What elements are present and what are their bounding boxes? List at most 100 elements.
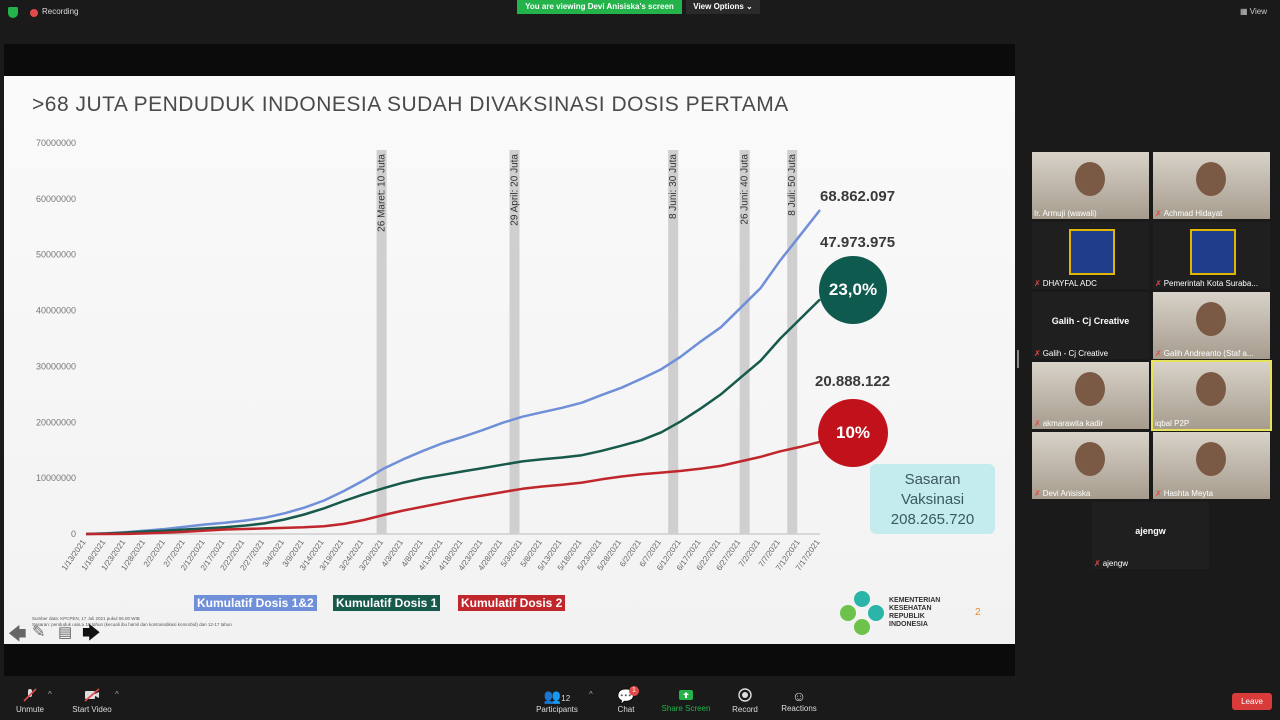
participant-display-name: Galih - Cj Creative <box>1051 316 1130 326</box>
start-video-button[interactable]: Start Video <box>70 688 114 714</box>
participant-tile[interactable]: ✗ Achmad Hidayat <box>1153 152 1270 219</box>
participant-name: ✗ Devi Anisiska <box>1034 489 1090 498</box>
participant-name: ✗ Pemerintah Kota Suraba... <box>1155 279 1258 288</box>
chat-badge: 1 <box>629 686 639 696</box>
participant-name-text: ajengw <box>1102 559 1129 568</box>
milestone-label: 8 Juli: 50 Juta <box>787 154 798 216</box>
dose2-percent-circle: 10% <box>818 399 888 467</box>
reactions-button[interactable]: ☺ Reactions <box>778 688 820 713</box>
kemenkes-line2: KESEHATAN <box>889 605 932 612</box>
kemenkes-line1: KEMENTERIAN <box>889 597 941 604</box>
record-button[interactable]: Record <box>728 688 762 714</box>
legend-dose1: Kumulatif Dosis 1 <box>333 595 441 611</box>
previous-slide-icon[interactable]: 🡄 <box>8 622 27 652</box>
mic-muted-icon: ✗ <box>1034 419 1041 428</box>
participant-tile[interactable]: Galih - Cj Creative ✗ Galih - Cj Creative <box>1032 292 1149 359</box>
grid-icon: ▦ <box>1240 7 1248 16</box>
mic-muted-icon: ✗ <box>1155 489 1162 498</box>
chat-label: Chat <box>617 705 635 714</box>
share-screen-icon <box>660 688 712 704</box>
total-value-label: 68.862.097 <box>820 188 896 205</box>
mic-muted-icon: ✗ <box>1034 279 1041 288</box>
participant-name: Ir. Armuji (wawali) <box>1034 209 1097 218</box>
participants-options-chevron-icon[interactable]: ^ <box>589 690 593 699</box>
milestone-label: 26 Juni: 40 Juta <box>740 154 751 225</box>
legend-dose2: Kumulatif Dosis 2 <box>458 595 566 611</box>
participant-name-text: Ir. Armuji (wawali) <box>1034 209 1097 218</box>
target-value: 208.265.720 <box>890 511 975 528</box>
participant-name: iqbal P2P <box>1155 419 1189 428</box>
target-line1: Sasaran <box>904 471 961 488</box>
leave-button[interactable]: Leave <box>1232 693 1272 710</box>
start-video-label: Start Video <box>72 705 112 714</box>
participants-icon-row: 👥12 <box>534 688 580 705</box>
participant-name: ✗ Achmad Hidayat <box>1155 209 1222 218</box>
mic-muted-icon: ✗ <box>1034 489 1041 498</box>
participant-avatar <box>1075 372 1105 406</box>
participant-name-text: Achmad Hidayat <box>1163 209 1223 218</box>
participant-tile[interactable]: Ir. Armuji (wawali) <box>1032 152 1149 219</box>
audio-options-chevron-icon[interactable]: ^ <box>48 690 52 699</box>
participant-name-text: iqbal P2P <box>1155 419 1190 428</box>
participant-tile[interactable]: ✗ Pemerintah Kota Suraba... <box>1153 222 1270 289</box>
menu-icon[interactable]: ▤ <box>58 623 72 641</box>
dose1-percent-circle: 23,0% <box>819 256 887 324</box>
video-options-chevron-icon[interactable]: ^ <box>115 690 119 699</box>
series-line-3 <box>86 440 821 536</box>
slide-footnote: Sumber data: KPCPEN, 17 Juli 2021 pukul … <box>32 616 332 628</box>
unmute-button[interactable]: Unmute <box>12 688 48 714</box>
y-tick-label: 30000000 <box>36 361 76 371</box>
participant-name: ✗ Hashta Meyta <box>1155 489 1213 498</box>
dose2-value-label: 20.888.122 <box>815 373 891 390</box>
kemenkes-line3: REPUBLIK <box>889 613 925 620</box>
participant-avatar <box>1196 162 1226 196</box>
participant-tile[interactable]: ✗ Devi Anisiska <box>1032 432 1149 499</box>
participant-avatar <box>1196 302 1226 336</box>
view-button[interactable]: ▦ View <box>1240 7 1267 16</box>
pen-icon[interactable]: ✎ <box>32 622 45 642</box>
y-tick-label: 0 <box>71 529 76 539</box>
mic-muted-icon: ✗ <box>1155 349 1162 358</box>
record-icon <box>728 688 762 705</box>
participants-button[interactable]: 👥12 Participants <box>534 688 580 714</box>
share-screen-button[interactable]: Share Screen <box>660 688 712 713</box>
next-slide-icon[interactable]: 🡆 <box>82 621 101 651</box>
mic-muted-icon: ✗ <box>1155 279 1162 288</box>
participants-label: Participants <box>536 705 578 714</box>
milestone-label: 26 Maret: 10 Juta <box>377 154 388 232</box>
mic-muted-icon: ✗ <box>1034 349 1041 358</box>
participant-tile[interactable]: ✗ akmarawita kadir <box>1032 362 1149 429</box>
target-line2: Vaksinasi <box>900 491 965 508</box>
y-tick-label: 70000000 <box>36 138 76 148</box>
kemenkes-line4: INDONESIA <box>889 621 928 628</box>
series-line-1 <box>85 209 821 536</box>
mic-muted-icon <box>12 688 48 705</box>
participant-name-text: Hashta Meyta <box>1163 489 1214 498</box>
reactions-label: Reactions <box>781 704 817 713</box>
view-label: View <box>1249 7 1267 16</box>
participant-tile[interactable]: ✗ Hashta Meyta <box>1153 432 1270 499</box>
y-tick-label: 60000000 <box>36 194 76 204</box>
participant-tile[interactable]: ajengw ✗ ajengw <box>1092 502 1209 569</box>
slide-page-number: 2 <box>975 607 981 618</box>
participant-tile[interactable]: ✗ DHAYFAL ADC <box>1032 222 1149 289</box>
city-emblem-icon <box>1069 229 1115 275</box>
participant-avatar <box>1075 162 1105 196</box>
participant-name: ✗ akmarawita kadir <box>1034 419 1103 428</box>
unmute-label: Unmute <box>15 705 44 714</box>
splitter-handle[interactable] <box>1017 350 1019 368</box>
participant-tile[interactable]: iqbal P2P <box>1151 360 1272 431</box>
participant-name-text: DHAYFAL ADC <box>1042 279 1097 288</box>
participant-name-text: akmarawita kadir <box>1042 419 1104 428</box>
mic-muted-icon: ✗ <box>1155 209 1162 218</box>
participant-name-text: Galih - Cj Creative <box>1042 349 1109 358</box>
participant-tile[interactable]: ✗ Galih Andreanto (Staf a... <box>1153 292 1270 359</box>
participant-avatar <box>1196 442 1226 476</box>
share-screen-label: Share Screen <box>661 704 711 713</box>
kemenkes-logo <box>840 591 884 635</box>
legend-total: Kumulatif Dosis 1&2 <box>194 595 317 611</box>
footnote-target: Sasaran: penduduk usia ≥ 18 tahun (kecua… <box>32 622 232 627</box>
milestone-label: 29 April: 20 Juta <box>509 154 520 226</box>
y-tick-label: 20000000 <box>36 417 76 427</box>
participants-count: 12 <box>561 694 571 703</box>
